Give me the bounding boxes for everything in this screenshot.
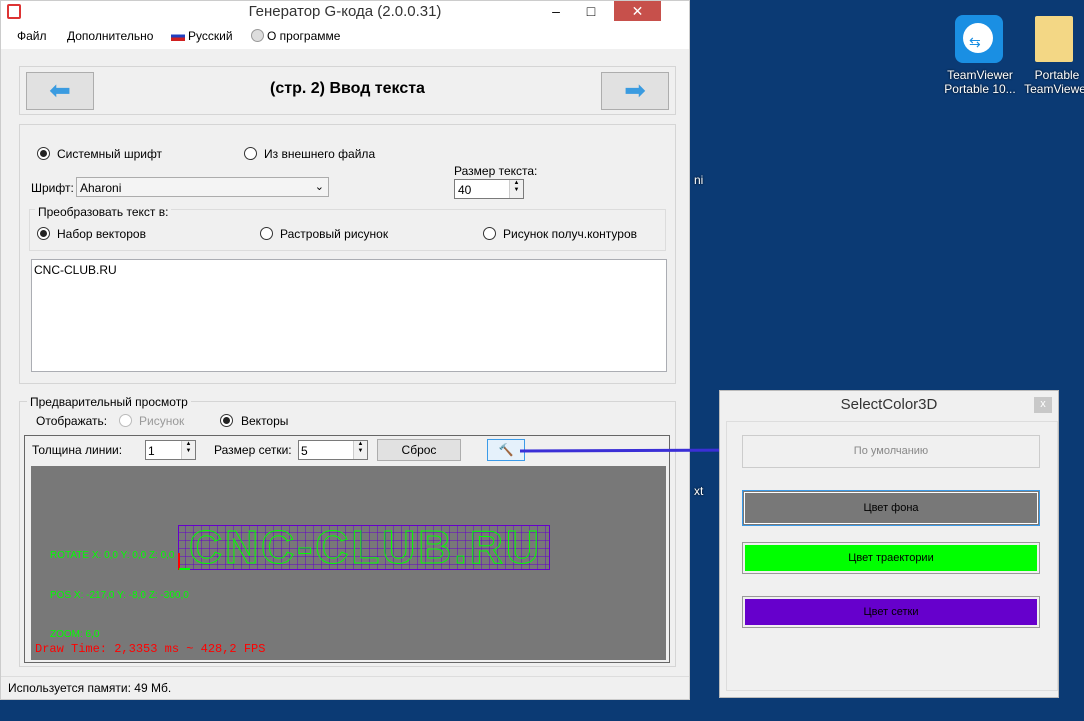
about-icon <box>251 29 264 42</box>
convert-raster-radio[interactable] <box>260 227 273 240</box>
grid-size-input[interactable]: 5 ▲ ▼ <box>298 440 368 460</box>
system-font-label: Системный шрифт <box>57 147 163 161</box>
preview-canvas[interactable]: CNC-CLUB.RU ROTATE X: 0,0 Y: 0,0 Z: 0,0 … <box>31 466 666 660</box>
size-label: Размер текста: <box>454 164 538 178</box>
title-bar: Генератор G-кода (2.0.0.31) – □ ✕ <box>1 1 689 23</box>
folder-icon[interactable] <box>1035 16 1073 62</box>
arrows-icon: ⇆ <box>969 34 981 50</box>
menu-language[interactable]: Русский <box>188 29 233 43</box>
preview-box: Толщина линии: 1 ▲ ▼ Размер сетки: 5 ▲ ▼ С… <box>24 435 670 663</box>
draw-time: Draw Time: 2,3353 ms ~ 428,2 FPS <box>35 642 266 656</box>
nav-panel: ⬅ (стр. 2) Ввод текста ➡ <box>19 66 676 115</box>
minimize-button[interactable]: – <box>541 1 571 21</box>
system-font-radio[interactable] <box>37 147 50 160</box>
display-vectors-label: Векторы <box>241 414 289 428</box>
external-file-label: Из внешнего файла <box>264 147 376 161</box>
desktop-label: TeamViewer Portable 10... <box>944 68 1016 96</box>
convert-label: Преобразовать текст в: <box>35 205 172 219</box>
menu-extra[interactable]: Дополнительно <box>67 29 153 43</box>
maximize-button[interactable]: □ <box>576 1 606 21</box>
grid-color-button[interactable]: Цвет сетки <box>742 596 1040 628</box>
arrow-right-icon: ➡ <box>624 75 646 105</box>
select-color-dialog: SelectColor3D x По умолчанию Цвет фона Ц… <box>719 390 1059 698</box>
menu-bar: Файл Дополнительно Русский О программе <box>1 23 689 49</box>
font-select-value: Aharoni <box>80 181 122 195</box>
desktop-label: Portable TeamViewer <box>1024 68 1084 96</box>
display-label: Отображать: <box>36 414 108 428</box>
font-label: Шрифт: <box>31 181 74 195</box>
osd-position: POS X: -217,0 Y: -8,0 Z: -300,0 <box>50 590 189 601</box>
line-width-label: Толщина линии: <box>32 443 123 457</box>
grid-size-value: 5 <box>301 444 308 458</box>
status-bar: Используется памяти: 49 Мб. <box>1 676 689 698</box>
desktop-label-fragment: xt <box>694 484 704 498</box>
size-input[interactable]: 40 ▲ ▼ <box>454 179 524 199</box>
line-width-spinner[interactable]: ▲ ▼ <box>181 441 195 459</box>
convert-vectors-label: Набор векторов <box>57 227 146 241</box>
grid-and-text: CNC-CLUB.RU <box>178 525 550 571</box>
menu-about[interactable]: О программе <box>267 29 340 43</box>
teamviewer-icon[interactable]: ⇆ <box>955 15 1003 63</box>
page-title: (стр. 2) Ввод текста <box>270 80 425 97</box>
grid-size-spinner[interactable]: ▲ ▼ <box>353 441 367 459</box>
text-settings-panel: Системный шрифт Из внешнего файла Размер… <box>19 124 676 384</box>
convert-contours-label: Рисунок получ.контуров <box>503 227 637 241</box>
menu-file[interactable]: Файл <box>17 29 47 43</box>
next-button[interactable]: ➡ <box>601 72 669 110</box>
size-value: 40 <box>458 183 472 197</box>
size-spinner[interactable]: ▲ ▼ <box>509 180 523 198</box>
osd-rotate: ROTATE X: 0,0 Y: 0,0 Z: 0,0 <box>50 550 175 561</box>
reset-position-button[interactable]: Сброс положения <box>377 439 461 477</box>
text-input-value: CNC-CLUB.RU <box>34 263 117 277</box>
convert-raster-label: Растровый рисунок <box>280 227 389 241</box>
background-color-button[interactable]: Цвет фона <box>742 490 1040 526</box>
memory-status: Используется памяти: 49 Мб. <box>8 681 172 695</box>
hammer-icon: 🔨 <box>498 443 514 457</box>
dialog-close-button[interactable]: x <box>1034 397 1052 413</box>
display-vectors-radio[interactable] <box>220 414 233 427</box>
vector-text: CNC-CLUB.RU <box>189 525 539 571</box>
grid-size-label: Размер сетки: <box>214 443 292 457</box>
trajectory-color-button[interactable]: Цвет траектории <box>742 542 1040 574</box>
line-width-input[interactable]: 1 ▲ ▼ <box>145 440 196 460</box>
convert-vectors-radio[interactable] <box>37 227 50 240</box>
convert-contours-radio[interactable] <box>483 227 496 240</box>
font-select[interactable]: Aharoni ⌄ <box>76 177 329 197</box>
close-button[interactable]: ✕ <box>614 1 661 21</box>
line-width-value: 1 <box>148 444 155 458</box>
text-input[interactable]: CNC-CLUB.RU <box>31 259 667 372</box>
main-window: Генератор G-кода (2.0.0.31) – □ ✕ Файл Д… <box>0 0 690 700</box>
russian-flag-icon <box>171 31 185 41</box>
preview-group-label: Предварительный просмотр <box>27 395 191 409</box>
chevron-down-icon: ⌄ <box>314 181 324 193</box>
dialog-title: SelectColor3D <box>840 396 938 413</box>
external-file-radio[interactable] <box>244 147 257 160</box>
default-button[interactable]: По умолчанию <box>742 435 1040 468</box>
desktop-label-fragment: ni <box>694 173 704 187</box>
display-image-radio[interactable] <box>119 414 132 427</box>
display-image-label: Рисунок <box>139 414 185 428</box>
osd-zoom: ZOOM: 6,0 <box>50 629 100 640</box>
